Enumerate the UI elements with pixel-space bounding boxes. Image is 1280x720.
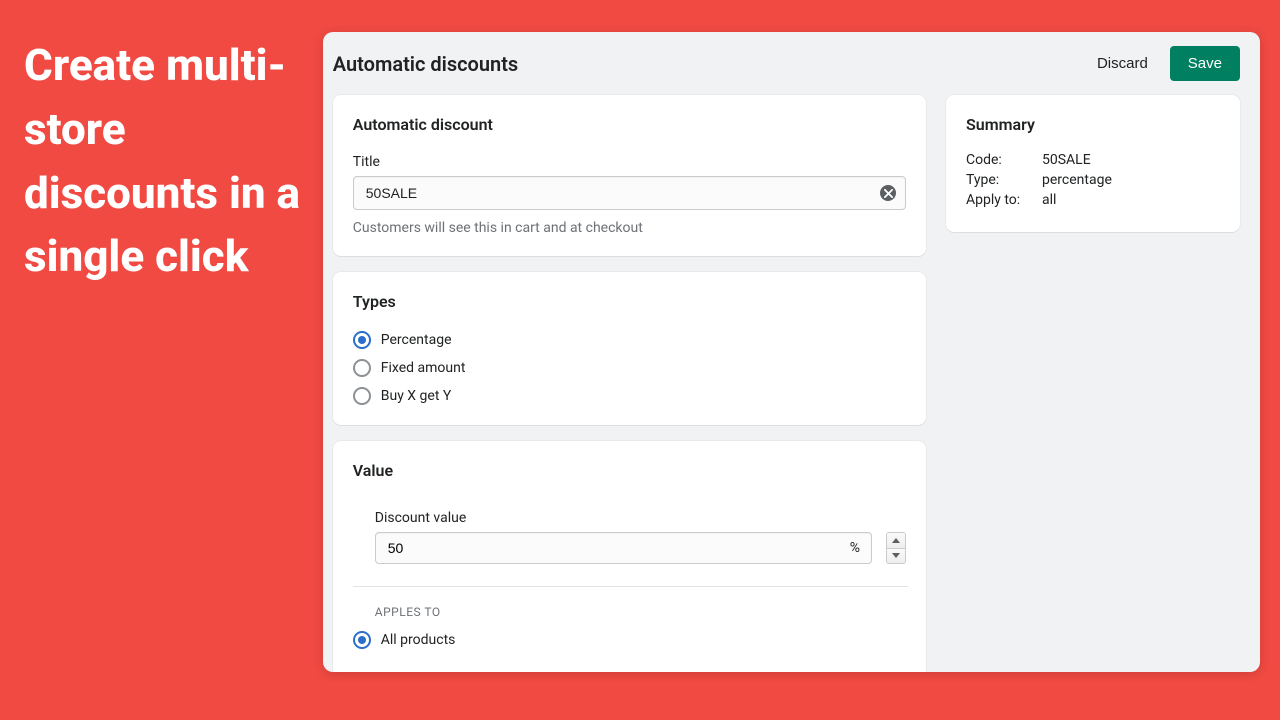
stepper-up-button[interactable] bbox=[886, 532, 906, 549]
summary-label: Code: bbox=[966, 152, 1030, 168]
title-input[interactable] bbox=[353, 176, 906, 210]
types-card-title: Types bbox=[353, 292, 906, 311]
type-option-percentage[interactable]: Percentage bbox=[353, 331, 906, 349]
discount-value-unit: % bbox=[850, 540, 860, 556]
discard-button[interactable]: Discard bbox=[1093, 47, 1152, 80]
discount-card: Automatic discount Title Customers will … bbox=[333, 95, 926, 256]
discount-value-input[interactable] bbox=[375, 532, 872, 564]
value-stepper bbox=[886, 532, 906, 564]
discount-value-label: Discount value bbox=[375, 510, 906, 526]
clear-title-icon[interactable] bbox=[880, 185, 896, 201]
summary-label: Apply to: bbox=[966, 192, 1030, 208]
applies-option-label: All products bbox=[381, 632, 456, 648]
value-card-title: Value bbox=[353, 461, 906, 480]
type-option-buyx[interactable]: Buy X get Y bbox=[353, 387, 906, 405]
hero-headline: Create multi-store discounts in a single… bbox=[0, 0, 323, 720]
type-option-label: Percentage bbox=[381, 332, 452, 348]
types-card: Types Percentage Fixed amount Buy X get … bbox=[333, 272, 926, 425]
summary-row-code: Code: 50SALE bbox=[966, 152, 1220, 168]
summary-value: 50SALE bbox=[1042, 152, 1091, 168]
radio-icon bbox=[353, 387, 371, 405]
summary-title: Summary bbox=[966, 115, 1220, 134]
title-label: Title bbox=[353, 154, 906, 170]
stepper-down-button[interactable] bbox=[886, 549, 906, 565]
save-button[interactable]: Save bbox=[1170, 46, 1240, 81]
discount-card-title: Automatic discount bbox=[353, 115, 906, 134]
summary-row-apply: Apply to: all bbox=[966, 192, 1220, 208]
summary-value: percentage bbox=[1042, 172, 1112, 188]
app-panel: Automatic discounts Discard Save Automat… bbox=[323, 32, 1260, 672]
summary-row-type: Type: percentage bbox=[966, 172, 1220, 188]
type-option-label: Buy X get Y bbox=[381, 388, 452, 404]
radio-icon bbox=[353, 331, 371, 349]
title-help-text: Customers will see this in cart and at c… bbox=[353, 220, 906, 236]
type-option-fixed[interactable]: Fixed amount bbox=[353, 359, 906, 377]
applies-option-all[interactable]: All products bbox=[353, 631, 906, 649]
summary-card: Summary Code: 50SALE Type: percentage Ap… bbox=[946, 95, 1240, 232]
applies-to-label: APPLES TO bbox=[375, 605, 906, 619]
summary-value: all bbox=[1042, 192, 1056, 208]
page-title: Automatic discounts bbox=[333, 52, 518, 76]
radio-icon bbox=[353, 631, 371, 649]
header-actions: Discard Save bbox=[1093, 46, 1240, 81]
summary-label: Type: bbox=[966, 172, 1030, 188]
value-card: Value Discount value % bbox=[333, 441, 926, 672]
type-option-label: Fixed amount bbox=[381, 360, 466, 376]
value-divider bbox=[353, 586, 908, 587]
page-header: Automatic discounts Discard Save bbox=[323, 32, 1260, 95]
radio-icon bbox=[353, 359, 371, 377]
